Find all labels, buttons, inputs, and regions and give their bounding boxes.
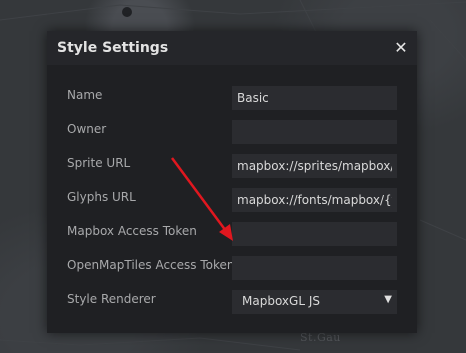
sprite-url-input[interactable] bbox=[232, 154, 397, 178]
owner-label: Owner bbox=[67, 122, 107, 136]
dialog-title: Style Settings bbox=[57, 40, 169, 56]
owner-input[interactable] bbox=[232, 120, 397, 144]
style-renderer-select[interactable]: MapboxGL JS ▼ bbox=[232, 290, 397, 314]
style-settings-dialog: Style Settings ✕ Name Owner Sprite URL G… bbox=[47, 31, 417, 333]
field-row-owner: Owner bbox=[57, 115, 397, 149]
style-renderer-label: Style Renderer bbox=[67, 292, 156, 306]
field-row-sprite-url: Sprite URL bbox=[57, 149, 397, 183]
name-label: Name bbox=[67, 88, 103, 102]
style-renderer-value: MapboxGL JS bbox=[242, 294, 320, 308]
sprite-url-label: Sprite URL bbox=[67, 156, 131, 170]
mapbox-token-input[interactable] bbox=[232, 222, 397, 246]
field-row-style-renderer: Style Renderer MapboxGL JS ▼ bbox=[57, 285, 397, 319]
dialog-header: Style Settings ✕ bbox=[47, 31, 417, 65]
field-row-name: Name bbox=[57, 81, 397, 115]
glyphs-url-label: Glyphs URL bbox=[67, 190, 136, 204]
openmaptiles-token-input[interactable] bbox=[232, 256, 397, 280]
name-input[interactable] bbox=[232, 86, 397, 110]
chevron-down-icon: ▼ bbox=[384, 294, 392, 305]
openmaptiles-token-label: OpenMapTiles Access Token bbox=[67, 258, 235, 272]
glyphs-url-input[interactable] bbox=[232, 188, 397, 212]
close-icon[interactable]: ✕ bbox=[391, 38, 411, 58]
field-row-mapbox-token: Mapbox Access Token bbox=[57, 217, 397, 251]
settings-form: Name Owner Sprite URL Glyphs URL Mapbox … bbox=[57, 81, 397, 319]
field-row-glyphs-url: Glyphs URL bbox=[57, 183, 397, 217]
mapbox-token-label: Mapbox Access Token bbox=[67, 224, 197, 238]
field-row-openmaptiles-token: OpenMapTiles Access Token bbox=[57, 251, 397, 285]
